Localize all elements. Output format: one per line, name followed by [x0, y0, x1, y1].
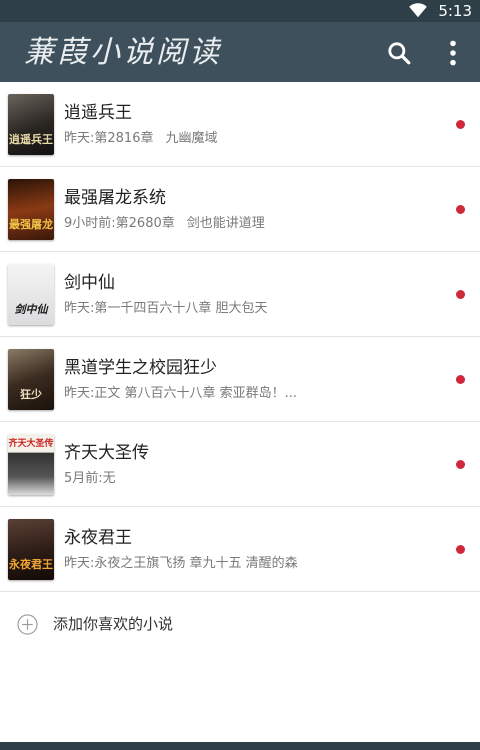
add-novel-label: 添加你喜欢的小说 [53, 615, 174, 633]
update-text: 5月前:无 [64, 471, 116, 486]
unread-indicator [456, 545, 465, 554]
navigation-bar [0, 742, 480, 750]
book-update: 5月前:无 [64, 470, 434, 488]
update-text: 昨天:永夜之王旗飞扬 章九十五 清醒的森 [64, 556, 298, 571]
status-bar: 5:13 [0, 0, 480, 22]
book-cover: 逍遥兵王 [8, 94, 54, 155]
chapter-name: 剑也能讲道理 [186, 216, 265, 231]
search-icon[interactable] [386, 40, 412, 66]
book-cover: 剑中仙 [8, 264, 54, 325]
update-text: 昨天:第2816章 [64, 131, 154, 146]
update-text: 昨天:正文 第八百六十八章 索亚群岛！... [64, 386, 298, 401]
update-text: 昨天:第一千四百六十八章 胆大包天 [64, 301, 268, 316]
book-item[interactable]: 最强屠龙 最强屠龙系统 9小时前:第2680章 剑也能讲道理 [0, 167, 480, 252]
app-title: 蒹葭小说阅读 [24, 35, 222, 70]
cover-art: 狂少 [8, 349, 54, 410]
cover-art: 逍遥兵王 [8, 94, 54, 155]
unread-indicator [456, 290, 465, 299]
book-update: 昨天:第2816章 九幽魔域 [64, 130, 434, 148]
book-update: 9小时前:第2680章 剑也能讲道理 [64, 215, 434, 233]
cover-title: 齐天大圣传 [8, 439, 54, 449]
book-update: 昨天:永夜之王旗飞扬 章九十五 清醒的森 [64, 555, 434, 573]
book-title: 永夜君王 [64, 528, 132, 548]
book-list: 逍遥兵王 逍遥兵王 昨天:第2816章 九幽魔域 最强屠龙 最强屠龙系统 9小时前… [0, 82, 480, 592]
cover-title: 最强屠龙 [9, 218, 53, 231]
book-title: 逍遥兵王 [64, 103, 132, 123]
cover-title: 逍遥兵王 [9, 133, 53, 146]
cover-art: 剑中仙 [8, 264, 54, 325]
cover-title: 狂少 [20, 388, 42, 401]
book-update: 昨天:正文 第八百六十八章 索亚群岛！... [64, 385, 434, 403]
book-item[interactable]: 狂少 黑道学生之校园狂少 昨天:正文 第八百六十八章 索亚群岛！... [0, 337, 480, 422]
cover-art: 最强屠龙 [8, 179, 54, 240]
book-cover: 永夜君王 [8, 519, 54, 580]
wifi-icon [409, 3, 427, 18]
book-cover: 最强屠龙 [8, 179, 54, 240]
book-item[interactable]: 剑中仙 剑中仙 昨天:第一千四百六十八章 胆大包天 [0, 252, 480, 337]
unread-indicator [456, 460, 465, 469]
more-vert-icon[interactable] [440, 38, 466, 68]
unread-indicator [456, 120, 465, 129]
book-cover: 齐天大圣传 [8, 434, 54, 495]
book-title: 剑中仙 [64, 273, 115, 293]
update-text: 9小时前:第2680章 [64, 216, 175, 231]
cover-art: 永夜君王 [8, 519, 54, 580]
book-title: 齐天大圣传 [64, 443, 149, 463]
status-time: 5:13 [438, 2, 472, 20]
cover-title: 剑中仙 [14, 303, 48, 316]
unread-indicator [456, 375, 465, 384]
add-novel-button[interactable]: 添加你喜欢的小说 [0, 593, 480, 655]
app-bar: 蒹葭小说阅读 [0, 22, 480, 82]
book-item[interactable]: 逍遥兵王 逍遥兵王 昨天:第2816章 九幽魔域 [0, 82, 480, 167]
unread-indicator [456, 205, 465, 214]
book-update: 昨天:第一千四百六十八章 胆大包天 [64, 300, 434, 318]
cover-title: 永夜君王 [9, 558, 53, 571]
cover-art: 齐天大圣传 [8, 434, 54, 495]
book-title: 黑道学生之校园狂少 [64, 358, 217, 378]
book-item[interactable]: 齐天大圣传 齐天大圣传 5月前:无 [0, 422, 480, 507]
chapter-name: 九幽魔域 [165, 131, 218, 146]
book-title: 最强屠龙系统 [64, 188, 166, 208]
book-item[interactable]: 永夜君王 永夜君王 昨天:永夜之王旗飞扬 章九十五 清醒的森 [0, 507, 480, 592]
book-cover: 狂少 [8, 349, 54, 410]
add-circle-icon [17, 614, 38, 635]
